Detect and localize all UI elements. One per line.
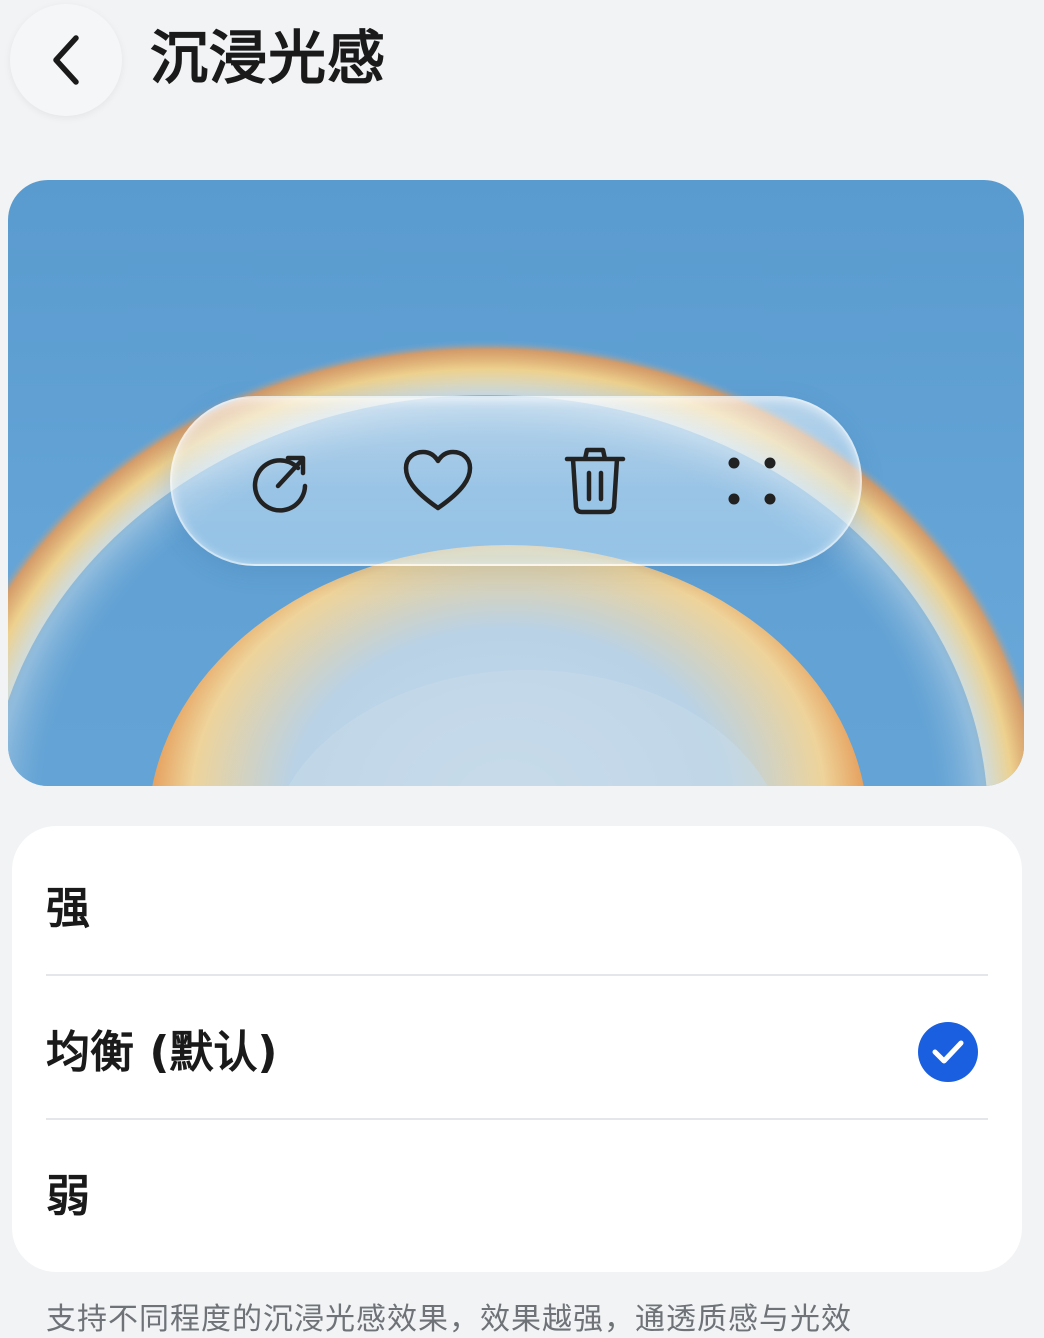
option-balanced[interactable]: 均衡 (默认) <box>12 976 1022 1120</box>
page-title: 沉浸光感 <box>150 24 387 92</box>
option-weak-label: 弱 <box>46 1171 90 1222</box>
option-weak[interactable]: 弱 <box>12 1120 1022 1264</box>
preview-image <box>8 180 1024 786</box>
share-icon <box>243 443 319 519</box>
option-strong[interactable]: 强 <box>12 832 1022 976</box>
toolbar-preview <box>170 396 862 566</box>
description-text: 支持不同程度的沉浸光感效果，效果越强，通透质感与光效 <box>46 1302 852 1337</box>
heart-icon <box>400 443 476 519</box>
check-icon <box>918 1022 978 1082</box>
option-strong-label: 强 <box>46 883 90 934</box>
option-balanced-label: 均衡 (默认) <box>46 1027 278 1078</box>
more-dots-icon <box>714 443 790 519</box>
back-button[interactable] <box>10 4 122 116</box>
intensity-options: 强 均衡 (默认) 弱 <box>12 826 1022 1272</box>
chevron-left-icon <box>53 35 79 85</box>
trash-icon <box>557 443 633 519</box>
